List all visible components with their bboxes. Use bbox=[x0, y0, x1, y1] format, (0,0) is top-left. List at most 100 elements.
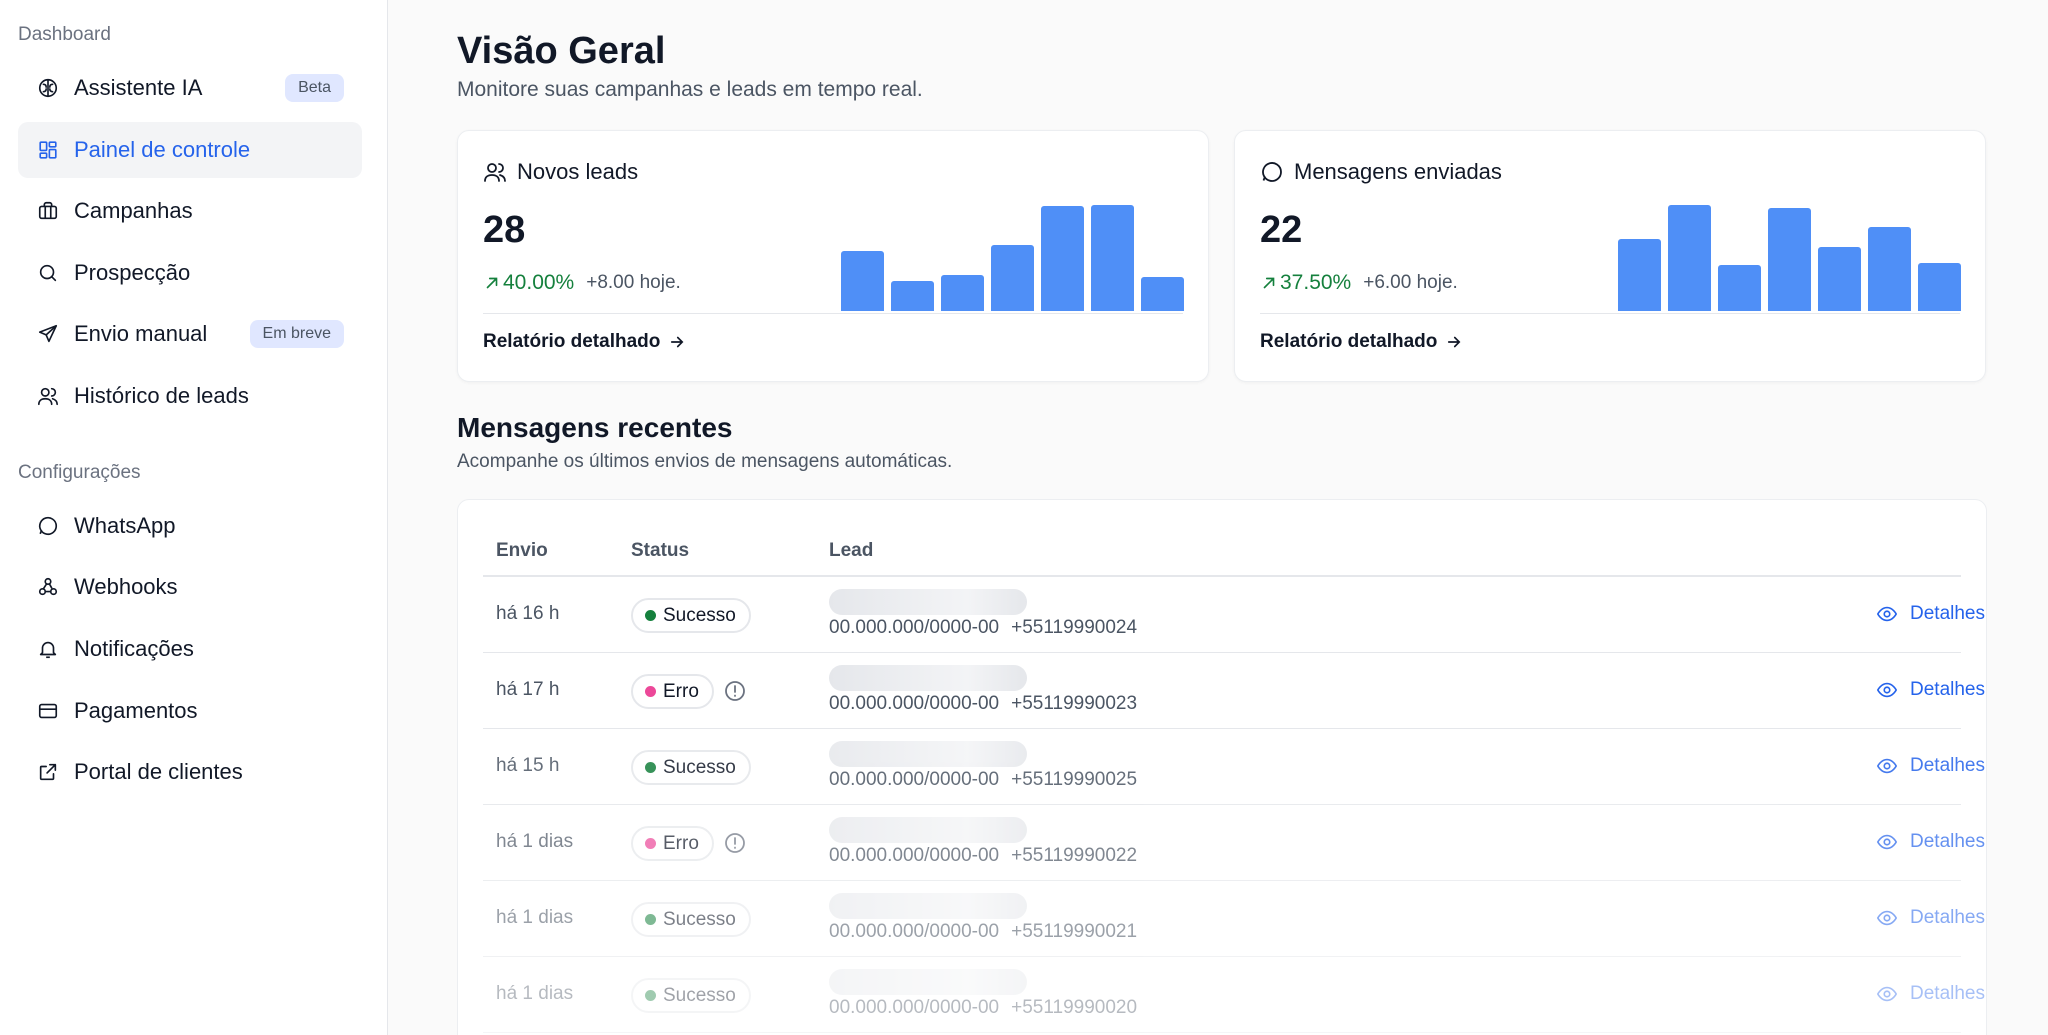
sidebar-item-painel-de-controle[interactable]: Painel de controle bbox=[18, 122, 362, 178]
chart-bar bbox=[941, 275, 984, 311]
sidebar-item-notificacoes[interactable]: Notificações bbox=[18, 621, 362, 677]
status-badge: Sucesso bbox=[631, 598, 751, 633]
external-link-icon bbox=[36, 760, 60, 784]
details-label: Detalhes bbox=[1910, 603, 1985, 624]
column-header-lead: Lead bbox=[829, 540, 874, 561]
lead-name-placeholder bbox=[829, 969, 1027, 995]
chart-bar bbox=[1668, 205, 1711, 311]
card-header: Mensagens enviadas bbox=[1260, 159, 1502, 185]
alert-circle-icon[interactable] bbox=[723, 831, 747, 855]
sidebar: Dashboard Assistente IA Beta Painel de c… bbox=[0, 0, 388, 1035]
lead-name-placeholder bbox=[829, 893, 1027, 919]
arrow-right-icon bbox=[668, 333, 686, 351]
chart-baseline bbox=[483, 313, 1183, 314]
stat-card-mensagens-enviadas: Mensagens enviadas 22 37.50% +6.00 hoje.… bbox=[1234, 130, 1986, 382]
detailed-report-link[interactable]: Relatório detalhado bbox=[1260, 331, 1463, 353]
sidebar-item-pagamentos[interactable]: Pagamentos bbox=[18, 683, 362, 739]
chart-bar bbox=[1041, 206, 1084, 311]
details-label: Detalhes bbox=[1910, 679, 1985, 700]
card-header: Novos leads bbox=[483, 159, 638, 185]
lead-info: 00.000.000/0000-00 +55119990021 bbox=[829, 921, 1137, 943]
details-button[interactable]: Detalhes bbox=[1876, 679, 1985, 701]
bar-chart bbox=[841, 201, 1184, 311]
lead-info: 00.000.000/0000-00 +55119990025 bbox=[829, 769, 1137, 791]
status-badge: Erro bbox=[631, 674, 714, 709]
alert-circle-icon[interactable] bbox=[723, 679, 747, 703]
table-row: há 1 dias Sucesso 00.000.000/0000-00 +551… bbox=[483, 881, 1985, 957]
stat-value: 22 bbox=[1260, 209, 1303, 251]
sidebar-item-label: Webhooks bbox=[74, 574, 178, 599]
stat-delta: 37.50% +6.00 hoje. bbox=[1260, 271, 1458, 295]
chart-baseline bbox=[1260, 313, 1960, 314]
dashboard-icon bbox=[36, 138, 60, 162]
lead-info: 00.000.000/0000-00 +55119990022 bbox=[829, 845, 1137, 867]
sidebar-item-portal-de-clientes[interactable]: Portal de clientes bbox=[18, 744, 362, 800]
details-button[interactable]: Detalhes bbox=[1876, 907, 1985, 929]
chart-bar bbox=[1918, 263, 1961, 311]
link-label: Relatório detalhado bbox=[1260, 331, 1438, 352]
bar-chart bbox=[1618, 201, 1961, 311]
lead-phone: +55119990024 bbox=[1011, 617, 1138, 638]
bell-icon bbox=[36, 637, 60, 661]
brain-icon bbox=[36, 76, 60, 100]
table-header: Envio Status Lead bbox=[483, 500, 1961, 577]
status-badge: Sucesso bbox=[631, 978, 751, 1013]
details-label: Detalhes bbox=[1910, 907, 1985, 928]
credit-card-icon bbox=[36, 699, 60, 723]
cell-envio: há 16 h bbox=[496, 603, 560, 624]
eye-icon bbox=[1876, 983, 1898, 1005]
table-row: há 1 dias Erro 00.000.000/0000-00 +551199… bbox=[483, 805, 1985, 881]
lead-name-placeholder bbox=[829, 589, 1027, 615]
eye-icon bbox=[1876, 679, 1898, 701]
status-label: Sucesso bbox=[663, 756, 736, 778]
page-title: Visão Geral bbox=[457, 30, 666, 72]
sidebar-item-whatsapp[interactable]: WhatsApp bbox=[18, 498, 362, 554]
sidebar-item-assistente-ia[interactable]: Assistente IA Beta bbox=[18, 60, 362, 116]
lead-name-placeholder bbox=[829, 665, 1027, 691]
eye-icon bbox=[1876, 755, 1898, 777]
sidebar-item-webhooks[interactable]: Webhooks bbox=[18, 559, 362, 615]
details-button[interactable]: Detalhes bbox=[1876, 831, 1985, 853]
status-label: Sucesso bbox=[663, 984, 736, 1006]
chart-bar bbox=[1141, 277, 1184, 311]
stat-percent: 40.00% bbox=[503, 271, 575, 294]
arrow-up-right-icon bbox=[1260, 274, 1278, 292]
sidebar-item-historico-de-leads[interactable]: Histórico de leads bbox=[18, 368, 362, 424]
status-dot bbox=[645, 610, 656, 621]
details-label: Detalhes bbox=[1910, 983, 1985, 1004]
status-dot bbox=[645, 762, 656, 773]
stat-value: 28 bbox=[483, 209, 526, 251]
sidebar-item-label: Notificações bbox=[74, 636, 194, 661]
sidebar-item-label: Painel de controle bbox=[74, 137, 251, 162]
chart-bar bbox=[1768, 208, 1811, 311]
recent-messages-table: Envio Status Lead há 16 h Sucesso 00.000… bbox=[457, 499, 1987, 1035]
status-badge: Sucesso bbox=[631, 750, 751, 785]
lead-name-placeholder bbox=[829, 817, 1027, 843]
sidebar-item-prospeccao[interactable]: Prospecção bbox=[18, 245, 362, 301]
page-subtitle: Monitore suas campanhas e leads em tempo… bbox=[457, 78, 923, 101]
cell-envio: há 1 dias bbox=[496, 831, 574, 852]
details-button[interactable]: Detalhes bbox=[1876, 983, 1985, 1005]
lead-phone: +55119990025 bbox=[1011, 769, 1138, 790]
chart-bar bbox=[1091, 205, 1134, 311]
lead-document: 00.000.000/0000-00 bbox=[829, 769, 1000, 790]
status-badge: Erro bbox=[631, 826, 714, 861]
status-label: Erro bbox=[663, 832, 699, 854]
status-badge: Sucesso bbox=[631, 902, 751, 937]
details-label: Detalhes bbox=[1910, 831, 1985, 852]
details-button[interactable]: Detalhes bbox=[1876, 603, 1985, 625]
status-dot bbox=[645, 686, 656, 697]
eye-icon bbox=[1876, 907, 1898, 929]
stat-card-novos-leads: Novos leads 28 40.00% +8.00 hoje. Relató… bbox=[457, 130, 1209, 382]
sidebar-item-campanhas[interactable]: Campanhas bbox=[18, 183, 362, 239]
sidebar-item-label: Campanhas bbox=[74, 198, 193, 223]
sidebar-item-envio-manual[interactable]: Envio manual Em breve bbox=[18, 306, 362, 362]
lead-info: 00.000.000/0000-00 +55119990023 bbox=[829, 693, 1137, 715]
lead-info: 00.000.000/0000-00 +55119990020 bbox=[829, 997, 1137, 1019]
table-row: há 15 h Sucesso 00.000.000/0000-00 +55119… bbox=[483, 729, 1985, 805]
details-button[interactable]: Detalhes bbox=[1876, 755, 1985, 777]
card-title: Mensagens enviadas bbox=[1294, 159, 1502, 184]
users-icon bbox=[36, 384, 60, 408]
lead-document: 00.000.000/0000-00 bbox=[829, 997, 1000, 1018]
detailed-report-link[interactable]: Relatório detalhado bbox=[483, 331, 686, 353]
